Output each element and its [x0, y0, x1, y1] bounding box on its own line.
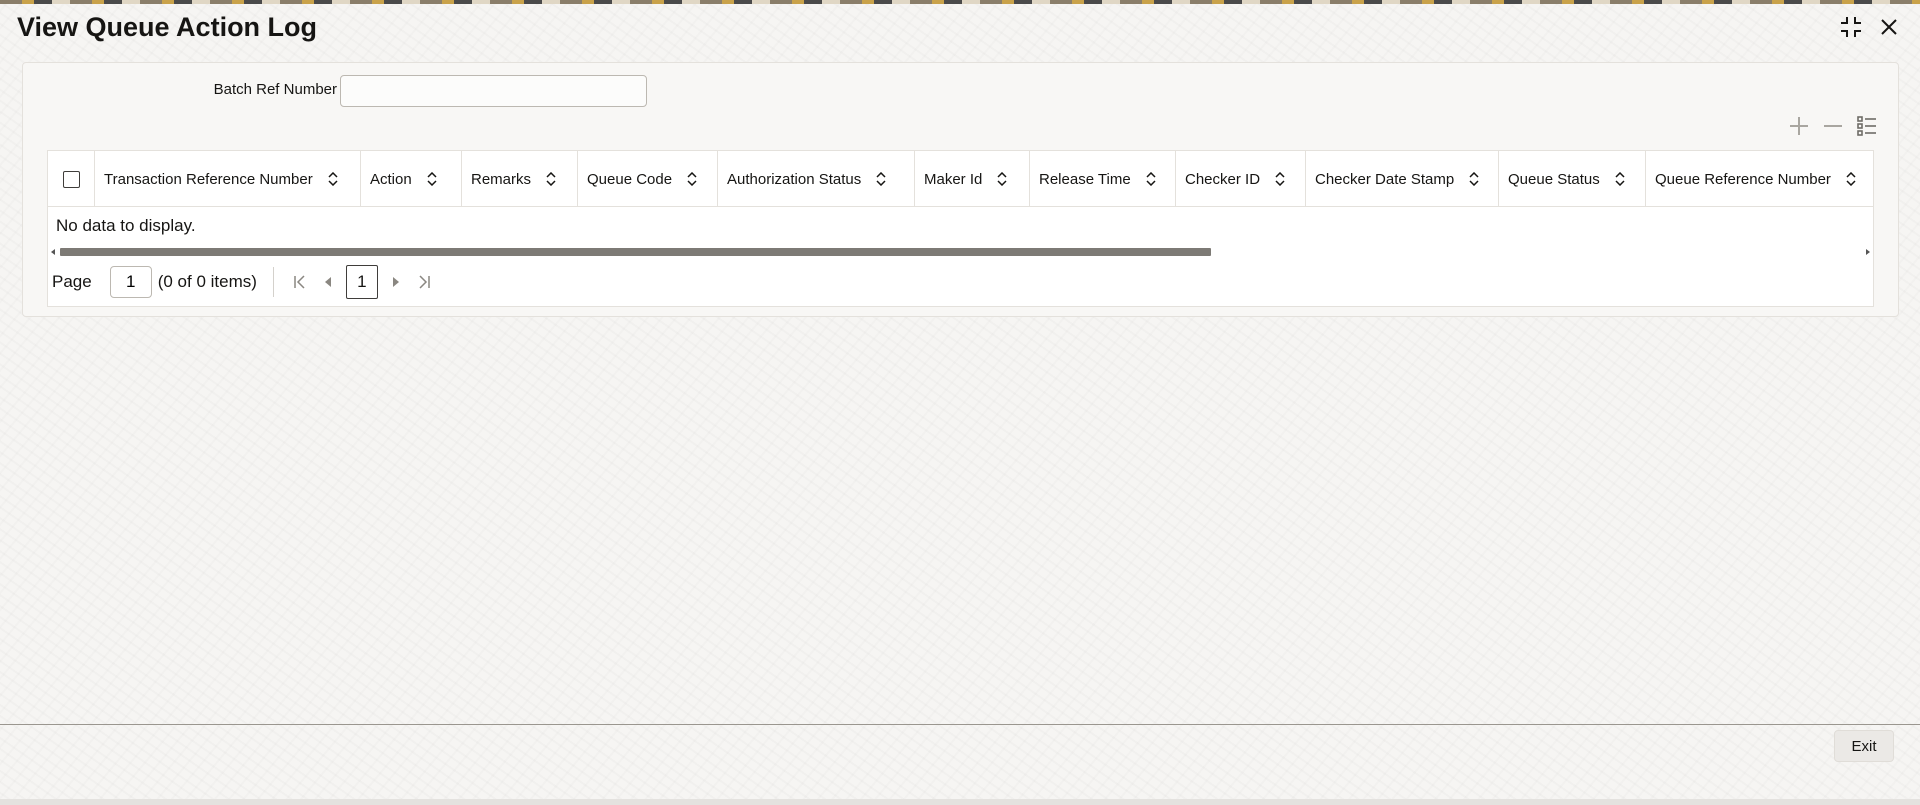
single-record-view-icon[interactable] [1854, 113, 1880, 139]
column-header-label: Queue Code [587, 170, 673, 188]
page-number-input[interactable] [109, 266, 152, 298]
pagination-bar: Page (0 of 0 items) 1 [48, 259, 1873, 305]
column-header-queue-reference-number[interactable]: Queue Reference Number [1646, 151, 1870, 207]
sort-icon[interactable] [875, 172, 887, 186]
current-page-button[interactable]: 1 [345, 265, 378, 299]
sort-icon[interactable] [327, 172, 339, 186]
column-header-label: Authorization Status [727, 170, 862, 188]
footer-divider [0, 724, 1920, 725]
column-header-queue-status[interactable]: Queue Status [1499, 151, 1646, 207]
sort-icon[interactable] [1614, 172, 1626, 186]
column-header-label: Remarks [471, 170, 532, 188]
column-header-transaction-reference-number[interactable]: Transaction Reference Number [95, 151, 361, 207]
column-header-checker-date-stamp[interactable]: Checker Date Stamp [1306, 151, 1499, 207]
sort-icon[interactable] [1845, 172, 1857, 186]
column-header-label: Transaction Reference Number [104, 170, 313, 188]
column-header-label: Queue Status [1508, 170, 1600, 188]
last-page-icon[interactable] [410, 266, 438, 298]
page-title: View Queue Action Log [17, 12, 318, 42]
column-header-label: Checker Date Stamp [1315, 170, 1455, 188]
column-header-remarks[interactable]: Remarks [462, 151, 578, 207]
scroll-right-icon[interactable] [1866, 249, 1870, 255]
column-header-queue-code[interactable]: Queue Code [578, 151, 718, 207]
close-icon[interactable] [1876, 14, 1902, 40]
empty-table-message: No data to display. [56, 216, 196, 235]
pager-divider [272, 267, 274, 297]
select-all-checkbox[interactable] [62, 170, 80, 188]
sort-icon[interactable] [996, 172, 1008, 186]
grid-toolbar [1786, 113, 1880, 139]
previous-page-icon[interactable] [314, 266, 342, 298]
add-row-icon[interactable] [1786, 113, 1812, 139]
main-panel: Batch Ref Number Transaction Reference N… [22, 62, 1899, 317]
horizontal-scrollbar[interactable] [48, 245, 1873, 259]
sort-icon[interactable] [686, 172, 698, 186]
column-header-release-time[interactable]: Release Time [1030, 151, 1176, 207]
column-header-checker-id[interactable]: Checker ID [1176, 151, 1306, 207]
bottom-bar [0, 799, 1920, 805]
sort-icon[interactable] [1274, 172, 1286, 186]
column-header-authorization-status[interactable]: Authorization Status [718, 151, 915, 207]
column-header-label: Maker Id [924, 170, 983, 188]
delete-row-icon[interactable] [1820, 113, 1846, 139]
column-header-maker-id[interactable]: Maker Id [915, 151, 1030, 207]
batch-ref-label: Batch Ref Number [213, 81, 337, 98]
page-label: Page [52, 272, 92, 291]
scrollbar-thumb[interactable] [60, 248, 1211, 256]
sort-icon[interactable] [426, 172, 438, 186]
sort-icon[interactable] [1468, 172, 1480, 186]
window-controls [1838, 14, 1902, 40]
column-header-label: Checker ID [1185, 170, 1261, 188]
column-header-label: Action [370, 170, 412, 188]
sort-icon[interactable] [1145, 172, 1157, 186]
select-all-cell [48, 151, 95, 207]
sort-icon[interactable] [545, 172, 557, 186]
table-header: Transaction Reference Number Action Rema… [48, 151, 1873, 207]
column-header-label: Queue Reference Number [1655, 170, 1831, 188]
header-decorative-strip [0, 0, 1920, 4]
batch-ref-input[interactable] [340, 75, 647, 107]
items-count: (0 of 0 items) [157, 272, 257, 291]
scroll-left-icon[interactable] [51, 249, 55, 255]
next-page-icon[interactable] [382, 266, 410, 298]
minimize-icon[interactable] [1838, 14, 1864, 40]
queue-action-log-table: Transaction Reference Number Action Rema… [47, 150, 1874, 307]
column-header-label: Release Time [1039, 170, 1131, 188]
exit-button[interactable]: Exit [1834, 730, 1894, 762]
first-page-icon[interactable] [286, 266, 314, 298]
column-header-action[interactable]: Action [361, 151, 462, 207]
